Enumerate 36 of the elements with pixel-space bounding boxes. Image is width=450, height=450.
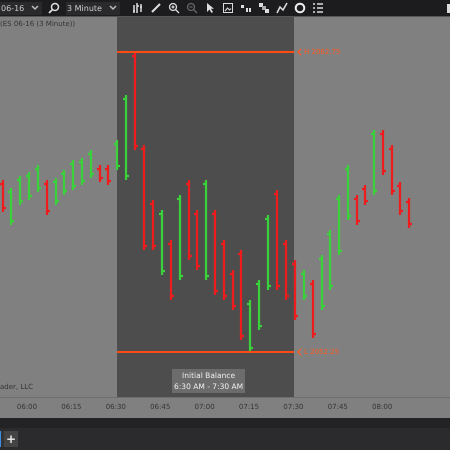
list-icon[interactable] bbox=[312, 2, 324, 14]
price-bar bbox=[60, 168, 68, 196]
price-bar bbox=[334, 194, 344, 256]
price-bar bbox=[326, 228, 334, 292]
chart-tab[interactable] bbox=[0, 431, 4, 447]
price-bar bbox=[42, 178, 52, 216]
chevron-icon bbox=[297, 348, 302, 356]
chevron-icon bbox=[297, 48, 302, 56]
price-bar bbox=[404, 196, 414, 230]
zoom-in-icon[interactable] bbox=[168, 2, 180, 14]
add-tab-button[interactable]: + bbox=[4, 431, 18, 447]
price-bar bbox=[24, 170, 34, 202]
pointer-icon[interactable] bbox=[204, 2, 216, 14]
pencil-icon[interactable] bbox=[150, 2, 162, 14]
price-bar bbox=[34, 164, 42, 194]
price-bar bbox=[378, 128, 388, 176]
price-bar bbox=[158, 208, 166, 276]
search-icon[interactable] bbox=[48, 2, 60, 14]
squares-icon[interactable] bbox=[258, 2, 270, 14]
bar-style-icon[interactable] bbox=[132, 2, 144, 14]
price-bar bbox=[166, 238, 176, 302]
interval-dropdown[interactable]: 3 Minute bbox=[66, 2, 120, 14]
price-bar bbox=[52, 176, 60, 206]
price-bar bbox=[16, 174, 24, 206]
price-bar bbox=[318, 254, 326, 312]
price-bar bbox=[68, 158, 78, 192]
panel-toggle[interactable] bbox=[447, 4, 450, 13]
grid-icon[interactable] bbox=[240, 2, 252, 14]
caret-icon bbox=[109, 5, 117, 11]
instrument-dropdown[interactable]: 06-16 bbox=[0, 2, 42, 14]
price-bar bbox=[78, 156, 86, 186]
snapshot-icon[interactable] bbox=[222, 2, 234, 14]
circle-icon[interactable] bbox=[294, 2, 306, 14]
price-bar bbox=[6, 186, 16, 226]
line-chart-icon[interactable] bbox=[276, 2, 288, 14]
caret-icon bbox=[31, 5, 39, 11]
